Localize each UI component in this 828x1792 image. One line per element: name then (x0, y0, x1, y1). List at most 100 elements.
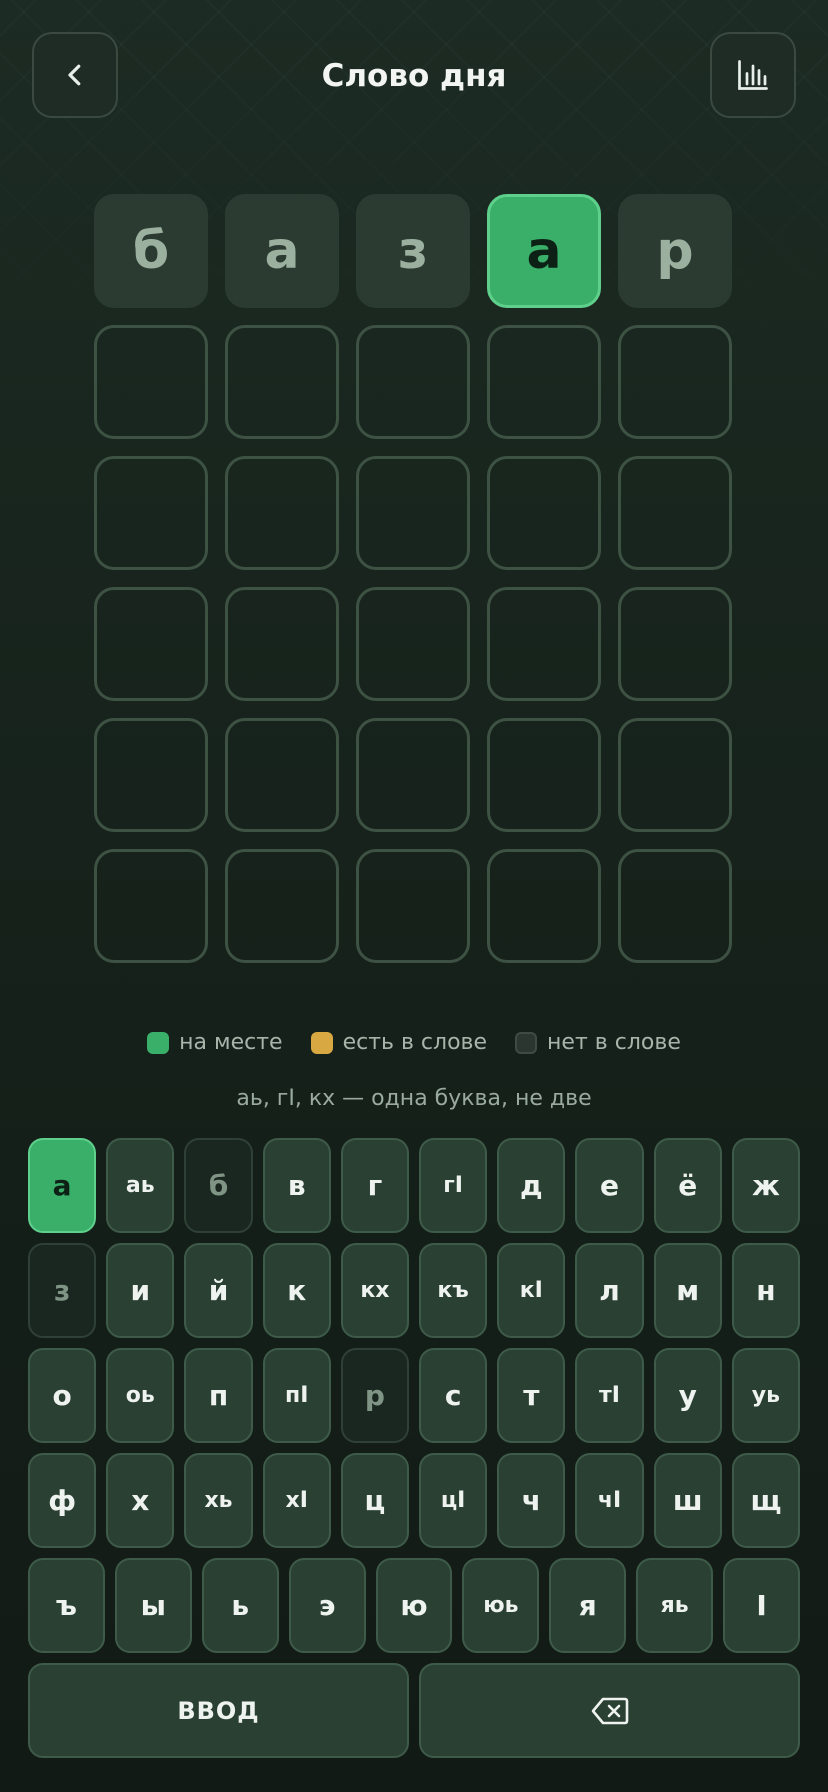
board-tile: а (225, 194, 339, 308)
key-оь[interactable]: оь (106, 1348, 175, 1443)
board-row (94, 849, 732, 963)
key-х[interactable]: х (106, 1453, 175, 1548)
key-к[interactable]: к (262, 1243, 331, 1338)
board-tile (356, 849, 470, 963)
key-хӀ[interactable]: хӀ (262, 1453, 331, 1548)
key-э[interactable]: э (288, 1558, 366, 1653)
key-ъ[interactable]: ъ (28, 1558, 105, 1653)
board-tile (356, 587, 470, 701)
board-tile: р (618, 194, 732, 308)
board-tile (618, 325, 732, 439)
key-тӀ[interactable]: тӀ (575, 1348, 644, 1443)
key-л[interactable]: л (575, 1243, 644, 1338)
key-у[interactable]: у (653, 1348, 722, 1443)
board-tile (487, 718, 601, 832)
key-кх[interactable]: кх (340, 1243, 410, 1338)
key-и[interactable]: и (106, 1243, 175, 1338)
board-tile: б (94, 194, 208, 308)
keyboard-action-row: ВВОД (28, 1663, 800, 1758)
key-ш[interactable]: ш (653, 1453, 722, 1548)
key-з[interactable]: з (28, 1243, 97, 1338)
key-ж[interactable]: ж (731, 1138, 801, 1233)
legend-absent-label: нет в слове (547, 1030, 681, 1055)
key-ю[interactable]: ю (375, 1558, 453, 1653)
board-tile (356, 456, 470, 570)
correct-swatch (147, 1031, 170, 1054)
key-ч[interactable]: ч (497, 1453, 566, 1548)
key-ы[interactable]: ы (114, 1558, 192, 1653)
key-г[interactable]: г (340, 1138, 410, 1233)
key-уь[interactable]: уь (731, 1348, 801, 1443)
stats-button[interactable] (710, 32, 796, 118)
key-н[interactable]: н (731, 1243, 801, 1338)
key-чӀ[interactable]: чӀ (575, 1453, 644, 1548)
key-д[interactable]: д (497, 1138, 566, 1233)
game-board: базар (94, 194, 732, 980)
board-tile (225, 718, 339, 832)
board-tile (487, 587, 601, 701)
legend-present-label: есть в слове (342, 1030, 488, 1055)
board-tile (225, 587, 339, 701)
key-цӀ[interactable]: цӀ (419, 1453, 488, 1548)
key-в[interactable]: в (262, 1138, 331, 1233)
board-tile (356, 325, 470, 439)
board-tile (487, 849, 601, 963)
key-й[interactable]: й (184, 1243, 253, 1338)
key-м[interactable]: м (653, 1243, 722, 1338)
key-аь[interactable]: аь (106, 1138, 175, 1233)
backspace-button[interactable] (419, 1663, 800, 1758)
keyboard-row: ъ ы ь э ю юь я яь Ӏ (28, 1558, 801, 1653)
key-с[interactable]: с (419, 1348, 488, 1443)
key-я[interactable]: я (549, 1558, 627, 1653)
key-е[interactable]: е (575, 1138, 644, 1233)
key-щ[interactable]: щ (731, 1453, 801, 1548)
board-tile (94, 325, 208, 439)
key-ф[interactable]: ф (28, 1453, 97, 1548)
board-tile (225, 456, 339, 570)
board-row: базар (94, 194, 732, 308)
key-кӀ[interactable]: кӀ (497, 1243, 566, 1338)
board-tile: а (487, 194, 601, 308)
key-Ӏ[interactable]: Ӏ (723, 1558, 801, 1653)
board-tile (356, 718, 470, 832)
keyboard-row: з и й к кх къ кӀ л м н (28, 1243, 801, 1338)
hint-text: аь, гӀ, кх — одна буква, не две (236, 1086, 592, 1111)
legend: на месте есть в слове нет в слове (0, 1030, 828, 1055)
board-tile (618, 587, 732, 701)
board-row (94, 456, 732, 570)
board-tile (487, 456, 601, 570)
key-къ[interactable]: къ (419, 1243, 488, 1338)
key-ц[interactable]: ц (340, 1453, 410, 1548)
board-tile (225, 849, 339, 963)
board-row (94, 587, 732, 701)
board-tile (94, 456, 208, 570)
legend-correct-label: на месте (179, 1030, 283, 1055)
legend-absent: нет в слове (515, 1030, 681, 1055)
key-яь[interactable]: яь (636, 1558, 714, 1653)
key-хь[interactable]: хь (184, 1453, 253, 1548)
board-row (94, 718, 732, 832)
enter-button[interactable]: ВВОД (28, 1663, 409, 1758)
board-tile (94, 849, 208, 963)
key-р[interactable]: р (340, 1348, 410, 1443)
board-tile (94, 718, 208, 832)
keyboard-row: а аь б в г гӀ д е ё ж (28, 1138, 801, 1233)
key-п[interactable]: п (184, 1348, 253, 1443)
key-ь[interactable]: ь (201, 1558, 279, 1653)
key-б[interactable]: б (184, 1138, 253, 1233)
board-tile (225, 325, 339, 439)
bar-chart-icon (738, 60, 768, 90)
keyboard-row: ф х хь хӀ ц цӀ ч чӀ ш щ (28, 1453, 801, 1548)
key-гӀ[interactable]: гӀ (419, 1138, 488, 1233)
keyboard-row: о оь п пӀ р с т тӀ у уь (28, 1348, 801, 1443)
board-tile (618, 849, 732, 963)
key-пӀ[interactable]: пӀ (262, 1348, 331, 1443)
board-tile (487, 325, 601, 439)
key-т[interactable]: т (497, 1348, 566, 1443)
key-ё[interactable]: ё (653, 1138, 722, 1233)
key-о[interactable]: о (28, 1348, 97, 1443)
key-а[interactable]: а (28, 1138, 97, 1233)
legend-present: есть в слове (310, 1030, 488, 1055)
board-tile (618, 718, 732, 832)
key-юь[interactable]: юь (462, 1558, 540, 1653)
